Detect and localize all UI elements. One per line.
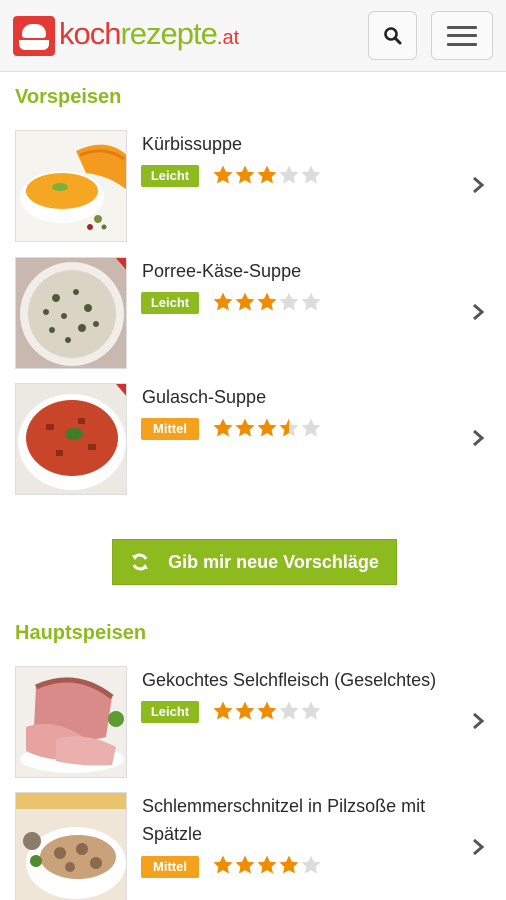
- difficulty-badge: Mittel: [141, 856, 199, 878]
- star-full-icon: [213, 855, 233, 874]
- menu-button[interactable]: [431, 11, 493, 60]
- app-header: kochrezepte.at: [0, 0, 506, 72]
- rating-stars: [212, 164, 322, 190]
- star-full-icon: [257, 292, 277, 311]
- star-full-icon: [235, 292, 255, 311]
- rating-stars: [212, 854, 322, 880]
- star-full-icon: [235, 855, 255, 874]
- chevron-right-icon[interactable]: [469, 838, 487, 856]
- logo-text: kochrezepte.at: [59, 16, 240, 51]
- star-full-icon: [235, 165, 255, 184]
- chevron-right-icon[interactable]: [469, 176, 487, 194]
- star-empty-icon: [301, 701, 321, 720]
- difficulty-badge: Leicht: [141, 165, 199, 187]
- star-empty-icon: [301, 165, 321, 184]
- recipe-name: Gulasch-Suppe: [142, 387, 267, 407]
- new-suggestions-button[interactable]: Gib mir neue Vorschläge: [112, 539, 397, 585]
- star-empty-icon: [301, 292, 321, 311]
- recipe-name: Porree-Käse-Suppe: [142, 261, 302, 281]
- difficulty-badge: Leicht: [141, 701, 199, 723]
- refresh-icon: [132, 553, 149, 571]
- star-full-icon: [213, 292, 233, 311]
- star-empty-icon: [301, 418, 321, 437]
- star-full-icon: [213, 418, 233, 437]
- star-full-icon: [257, 418, 277, 437]
- star-full-icon: [257, 701, 277, 720]
- search-button[interactable]: [368, 11, 417, 60]
- chef-hat-icon: [13, 16, 55, 56]
- recipe-image: [15, 792, 127, 900]
- star-half-icon: [279, 418, 299, 437]
- section-title-hauptspeisen: Hauptspeisen: [15, 622, 147, 644]
- rating-stars: [212, 417, 322, 443]
- recipe-image: [15, 666, 127, 778]
- star-full-icon: [213, 165, 233, 184]
- recipe-name: Kürbissuppe: [142, 134, 243, 154]
- menu-icon: [447, 25, 477, 46]
- search-icon: [383, 26, 401, 44]
- star-empty-icon: [279, 165, 299, 184]
- star-full-icon: [213, 701, 233, 720]
- difficulty-badge: Leicht: [141, 292, 199, 314]
- star-full-icon: [257, 855, 277, 874]
- recipe-name: Schlemmerschnitzel in Pilzsoße mit Spätz…: [142, 796, 426, 844]
- recipe-image: [15, 383, 127, 495]
- star-empty-icon: [279, 701, 299, 720]
- rating-stars: [212, 291, 322, 317]
- chevron-right-icon[interactable]: [469, 429, 487, 447]
- star-empty-icon: [301, 855, 321, 874]
- star-full-icon: [235, 418, 255, 437]
- star-full-icon: [235, 701, 255, 720]
- chevron-right-icon[interactable]: [469, 303, 487, 321]
- new-suggestions-label: Gib mir neue Vorschläge: [168, 551, 379, 572]
- star-empty-icon: [279, 292, 299, 311]
- rating-stars: [212, 700, 322, 726]
- star-full-icon: [279, 855, 299, 874]
- difficulty-badge: Mittel: [141, 418, 199, 440]
- kochrezepte-logo[interactable]: kochrezepte.at: [13, 14, 239, 58]
- star-full-icon: [257, 165, 277, 184]
- recipe-image: [15, 257, 127, 369]
- recipe-name: Gekochtes Selchfleisch (Geselchtes): [142, 670, 437, 690]
- chevron-right-icon[interactable]: [469, 712, 487, 730]
- section-title-vorspeisen: Vorspeisen: [15, 86, 122, 108]
- recipe-image: [15, 130, 127, 242]
